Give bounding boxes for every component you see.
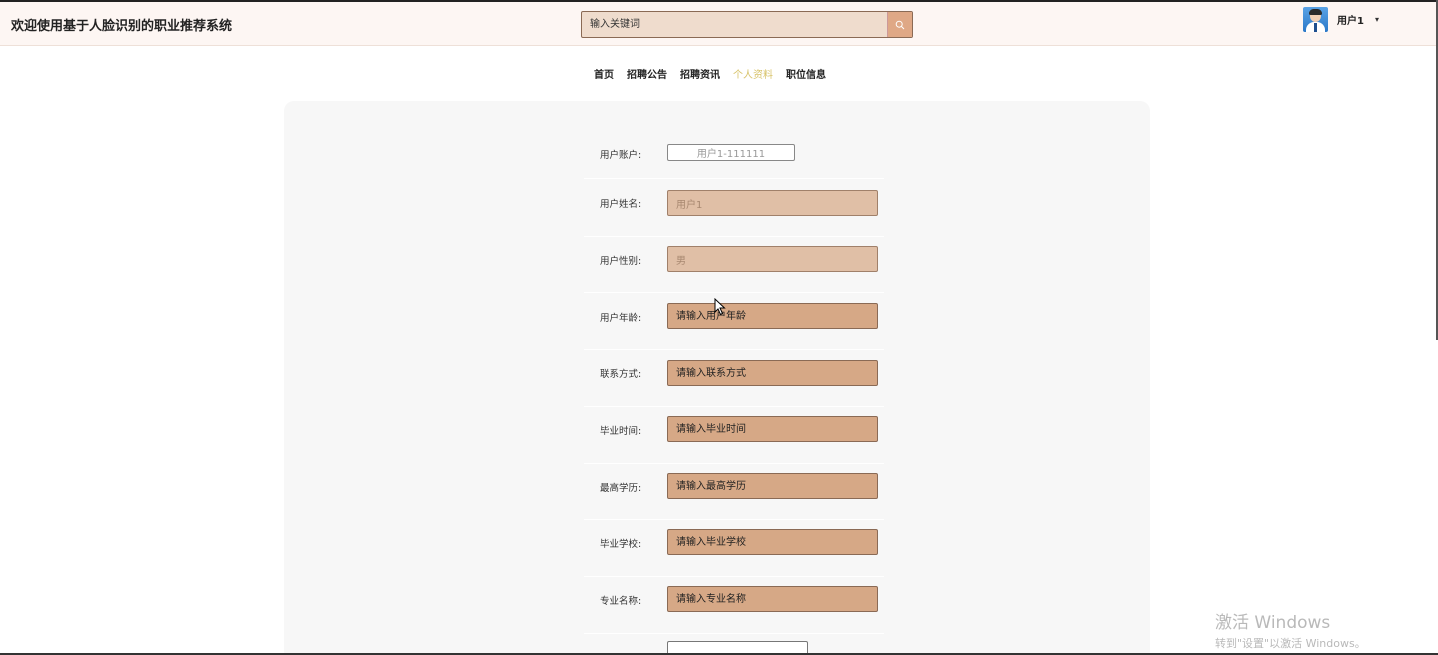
contact-label: 联系方式: bbox=[600, 369, 642, 380]
watermark-title: 激活 Windows bbox=[1215, 613, 1331, 633]
user-menu[interactable]: 用户1 ▾ bbox=[1303, 7, 1379, 32]
search-box bbox=[581, 11, 913, 38]
nav-item-news[interactable]: 招聘资讯 bbox=[680, 66, 720, 81]
nav-item-profile[interactable]: 个人资料 bbox=[733, 66, 773, 81]
search-input[interactable] bbox=[582, 12, 887, 37]
major-label: 专业名称: bbox=[600, 596, 642, 607]
site-title: 欢迎使用基于人脸识别的职业推荐系统 bbox=[11, 19, 233, 34]
education-input[interactable] bbox=[667, 473, 878, 499]
form-row-grad-time: 毕业时间: bbox=[284, 416, 1150, 456]
windows-activation-watermark: 激活 Windows 转到"设置"以激活 Windows。 bbox=[1215, 608, 1366, 651]
contact-input[interactable] bbox=[667, 360, 878, 386]
main-nav: 首页 招聘公告 招聘资讯 个人资料 职位信息 bbox=[594, 66, 839, 81]
nav-item-announcements[interactable]: 招聘公告 bbox=[627, 66, 667, 81]
form-row-education: 最高学历: bbox=[284, 473, 1150, 513]
chevron-down-icon[interactable]: ▾ bbox=[1375, 15, 1379, 24]
form-row-name: 用户姓名: bbox=[284, 189, 1150, 229]
mouse-cursor-icon bbox=[714, 298, 726, 316]
gender-label: 用户性别: bbox=[600, 256, 642, 267]
form-row-major: 专业名称: bbox=[284, 586, 1150, 626]
search-icon bbox=[895, 20, 905, 29]
age-label: 用户年龄: bbox=[600, 313, 642, 324]
age-input[interactable] bbox=[667, 303, 878, 329]
major-input[interactable] bbox=[667, 586, 878, 612]
top-header-bar: 欢迎使用基于人脸识别的职业推荐系统 用户1 ▾ bbox=[0, 0, 1438, 46]
nav-item-jobs[interactable]: 职位信息 bbox=[786, 66, 826, 81]
account-label: 用户账户: bbox=[600, 150, 642, 161]
profile-form-panel: 用户账户: 用户姓名: 用户性别: 用户年龄: 联系方式: 毕业时间: 最高学历… bbox=[284, 101, 1150, 655]
avatar[interactable] bbox=[1303, 7, 1328, 32]
grad-time-input[interactable] bbox=[667, 416, 878, 442]
school-label: 毕业学校: bbox=[600, 539, 642, 550]
form-row-gender: 用户性别: bbox=[284, 246, 1150, 286]
watermark-subtitle: 转到"设置"以激活 Windows。 bbox=[1215, 637, 1366, 650]
search-button[interactable] bbox=[887, 12, 912, 37]
name-field[interactable] bbox=[667, 190, 878, 216]
form-row-account: 用户账户: bbox=[284, 143, 1150, 183]
form-row-contact: 联系方式: bbox=[284, 360, 1150, 400]
gender-field[interactable] bbox=[667, 246, 878, 272]
nav-item-home[interactable]: 首页 bbox=[594, 66, 614, 81]
grad-time-label: 毕业时间: bbox=[600, 426, 642, 437]
username-label[interactable]: 用户1 bbox=[1337, 12, 1364, 27]
form-row-school: 毕业学校: bbox=[284, 529, 1150, 569]
name-label: 用户姓名: bbox=[600, 199, 642, 210]
education-label: 最高学历: bbox=[600, 483, 642, 494]
school-input[interactable] bbox=[667, 529, 878, 555]
account-field[interactable] bbox=[667, 144, 795, 161]
